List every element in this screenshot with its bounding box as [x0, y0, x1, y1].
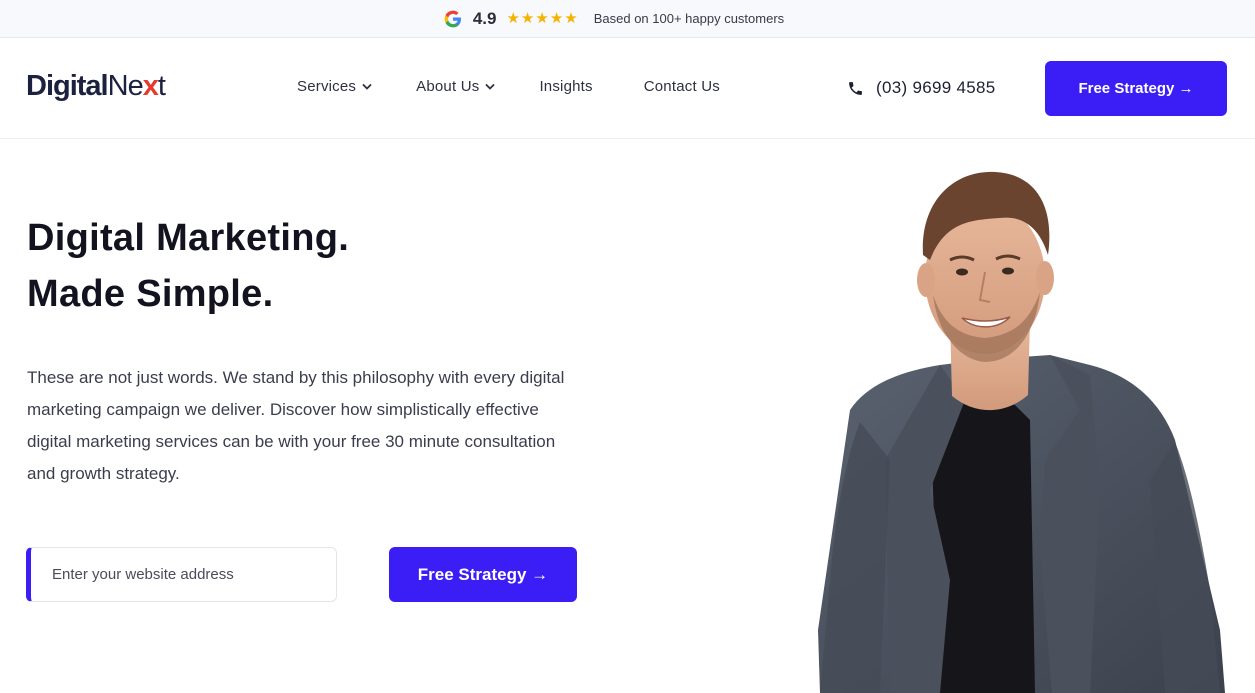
hero-title: Digital Marketing. Made Simple. [27, 210, 349, 322]
star-icon: ★ [549, 10, 564, 27]
star-icon: ★ [535, 10, 549, 27]
chevron-down-icon [486, 83, 495, 90]
phone-link[interactable]: (03) 9699 4585 [847, 78, 996, 98]
logo-text-next: Ne [107, 70, 144, 102]
nav-item-label: About Us [416, 78, 480, 95]
website-address-input[interactable] [26, 547, 337, 602]
star-icon: ★ [506, 10, 520, 27]
hero-description: These are not just words. We stand by th… [27, 368, 565, 483]
google-icon [444, 10, 461, 27]
rating-text: Based on 100+ happy customers [593, 11, 785, 26]
main-nav: Services About Us Insights Contact Us [297, 78, 764, 95]
digitalnext-logo[interactable]: DigitalNext [26, 70, 166, 103]
nav-item-services[interactable]: Services [297, 78, 372, 95]
logo-text-t: t [157, 70, 166, 102]
nav-item-contact-us[interactable]: Contact Us [644, 78, 720, 95]
logo-text-digital: Digital [26, 70, 109, 102]
phone-icon [849, 81, 862, 95]
rating-bar-content: 4.9 ★ ★ ★ ★ ★ Based on 100+ happy custom… [443, 9, 784, 29]
chevron-down-icon [362, 83, 372, 90]
nav-item-label: Contact Us [643, 78, 720, 95]
hero-person-image [818, 171, 1225, 693]
hero-title-line1: Digital Marketing. [27, 217, 350, 259]
hero-title-line2: Made Simple. [27, 273, 274, 315]
star-icon: ★ [564, 10, 578, 27]
rating-score: 4.9 [472, 8, 497, 28]
rating-bar: 4.9 ★ ★ ★ ★ ★ Based on 100+ happy custom… [0, 0, 1255, 38]
header-free-strategy-button[interactable]: Free Strategy → [1045, 61, 1227, 116]
nav-item-label: Services [297, 78, 357, 95]
rating-stars: ★ ★ ★ ★ ★ [506, 11, 577, 26]
nav-item-insights[interactable]: Insights [539, 78, 592, 95]
logo-x-mark: x [142, 70, 159, 102]
hero-free-strategy-button[interactable]: Free Strategy → [389, 547, 577, 602]
nav-item-about-us[interactable]: About Us [416, 78, 495, 95]
phone-number: (03) 9699 4585 [876, 78, 996, 97]
star-icon: ★ [520, 10, 535, 27]
site-header: DigitalNext Services About Us Insights C… [0, 38, 1255, 139]
nav-item-label: Insights [539, 78, 593, 95]
